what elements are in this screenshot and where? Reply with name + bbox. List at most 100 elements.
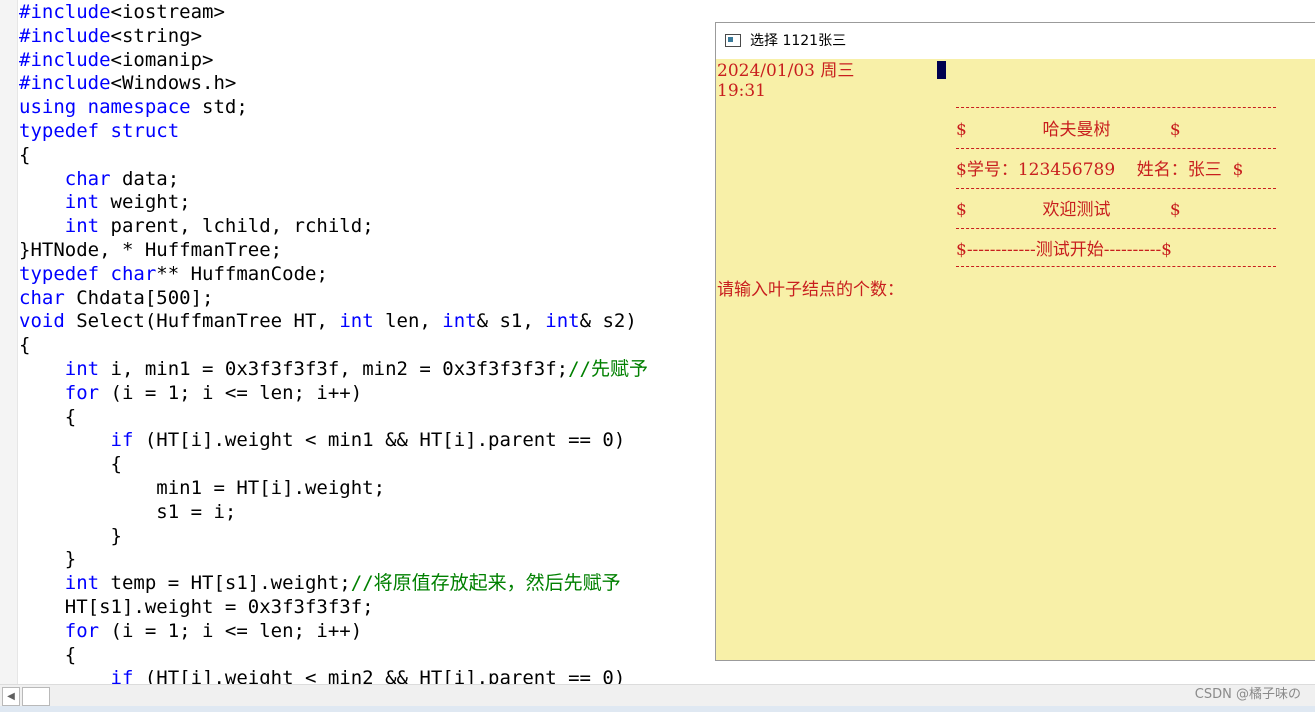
code-line[interactable]: #include<iostream> (19, 1, 648, 25)
code-text: } (19, 548, 77, 571)
code-line[interactable]: }HTNode, * HuffmanTree; (19, 239, 648, 263)
text-cursor (937, 61, 946, 79)
code-text: } (19, 524, 122, 547)
code-line[interactable]: { (19, 334, 648, 358)
console-app-icon (725, 34, 741, 47)
code-text: & s1, (476, 310, 546, 333)
start-text: $------------测试开始----------$ (956, 240, 1173, 260)
code-line[interactable]: if (HT[i].weight < min2 && HT[i].parent … (19, 667, 648, 684)
code-keyword: int (442, 310, 477, 333)
code-keyword: #include (19, 48, 111, 71)
code-keyword: #include (19, 24, 111, 47)
divider (956, 228, 1276, 229)
code-line[interactable]: char Chdata[500]; (19, 287, 648, 311)
code-text: s1 = i; (19, 500, 237, 523)
code-line[interactable]: { (19, 144, 648, 168)
code-line[interactable]: } (19, 548, 648, 572)
divider (956, 266, 1276, 267)
scroll-left-button[interactable]: ◀ (2, 687, 20, 706)
code-line[interactable]: using namespace std; (19, 96, 648, 120)
code-keyword: int (545, 310, 580, 333)
code-line[interactable]: int temp = HT[s1].weight;//将原值存放起来，然后先赋予 (19, 572, 648, 596)
code-keyword: for (64, 381, 100, 404)
code-text: { (19, 453, 122, 476)
code-text: i, min1 = 0x3f3f3f3f, min2 = 0x3f3f3f3f; (99, 357, 569, 380)
code-text: (HT[i].weight < min2 && HT[i].parent == … (133, 667, 626, 684)
student-info: $学号：123456789 姓名：张三 $ (956, 160, 1244, 180)
code-line[interactable]: HT[s1].weight = 0x3f3f3f3f; (19, 596, 648, 620)
code-text: <iomanip> (110, 48, 214, 71)
code-keyword: typedef (19, 262, 100, 285)
code-keyword: #include (19, 1, 111, 23)
console-titlebar[interactable]: 选择 1121张三 (716, 23, 1315, 59)
code-text: std; (190, 96, 248, 119)
code-line[interactable]: int weight; (19, 191, 648, 215)
code-keyword: typedef (19, 119, 100, 142)
code-line[interactable]: for (i = 1; i <= len; i++) (19, 620, 648, 644)
code-text: HT[s1].weight = 0x3f3f3f3f; (19, 595, 374, 618)
code-keyword: struct (110, 119, 180, 142)
code-line[interactable]: #include<Windows.h> (19, 72, 648, 96)
welcome-text: $ 欢迎测试 $ (956, 200, 1181, 220)
scroll-thumb[interactable] (22, 687, 50, 706)
code-keyword: using (19, 96, 77, 119)
code-text: weight; (99, 191, 191, 214)
code-line[interactable]: } (19, 525, 648, 549)
code-line[interactable]: if (HT[i].weight < min1 && HT[i].parent … (19, 429, 648, 453)
code-text: Select(HuffmanTree HT, (64, 310, 340, 333)
code-text: { (19, 643, 77, 666)
code-line[interactable]: for (i = 1; i <= len; i++) (19, 382, 648, 406)
code-line[interactable]: s1 = i; (19, 501, 648, 525)
code-line[interactable]: char data; (19, 168, 648, 192)
code-line[interactable]: { (19, 406, 648, 430)
console-output[interactable]: 2024/01/03 周三 19:31 $ 哈夫曼树 $ $学号：1234567… (716, 59, 1315, 659)
watermark: CSDN @橘子味の (1194, 687, 1301, 702)
window-title: 选择 1121张三 (750, 33, 847, 49)
time-line: 19:31 (717, 81, 766, 101)
code-keyword: char (19, 286, 65, 309)
horizontal-scrollbar[interactable]: ◀ (0, 684, 1315, 707)
taskbar-strip (0, 706, 1315, 712)
console-window[interactable]: 选择 1121张三 2024/01/03 周三 19:31 $ 哈夫曼树 $ $… (715, 22, 1315, 661)
code-line[interactable]: typedef char** HuffmanCode; (19, 263, 648, 287)
code-line[interactable]: void Select(HuffmanTree HT, int len, int… (19, 310, 648, 334)
code-text: (i = 1; i <= len; i++) (99, 381, 363, 404)
code-comment: //先赋予 (568, 357, 648, 380)
code-text: (HT[i].weight < min1 && HT[i].parent == … (133, 429, 626, 452)
code-text: ** HuffmanCode; (156, 262, 328, 285)
date-line: 2024/01/03 周三 (717, 61, 855, 81)
code-line[interactable]: int parent, lchild, rchild; (19, 215, 648, 239)
code-keyword: int (64, 191, 100, 214)
divider (956, 188, 1276, 189)
code-keyword: char (110, 262, 157, 285)
arrow-left-icon: ◀ (7, 691, 15, 702)
code-text: & s2) (579, 310, 637, 333)
code-line[interactable]: int i, min1 = 0x3f3f3f3f, min2 = 0x3f3f3… (19, 358, 648, 382)
code-line[interactable]: #include<iomanip> (19, 49, 648, 73)
code-keyword: #include (19, 72, 111, 95)
code-area[interactable]: #include<iostream> #include<string> #inclu… (19, 1, 648, 684)
editor-gutter (0, 0, 18, 684)
code-keyword: char (64, 167, 111, 190)
code-line[interactable]: #include<string> (19, 25, 648, 49)
code-text: (i = 1; i <= len; i++) (99, 619, 363, 642)
code-keyword: int (64, 572, 100, 595)
code-line[interactable]: { (19, 644, 648, 668)
code-text: data; (110, 167, 180, 190)
divider (956, 107, 1276, 108)
code-text: { (19, 143, 31, 166)
code-line[interactable]: min1 = HT[i].weight; (19, 477, 648, 501)
code-line[interactable]: typedef struct (19, 120, 648, 144)
input-prompt: 请输入叶子结点的个数： (717, 280, 904, 300)
code-comment: //将原值存放起来，然后先赋予 (350, 572, 621, 595)
code-line[interactable]: { (19, 453, 648, 477)
